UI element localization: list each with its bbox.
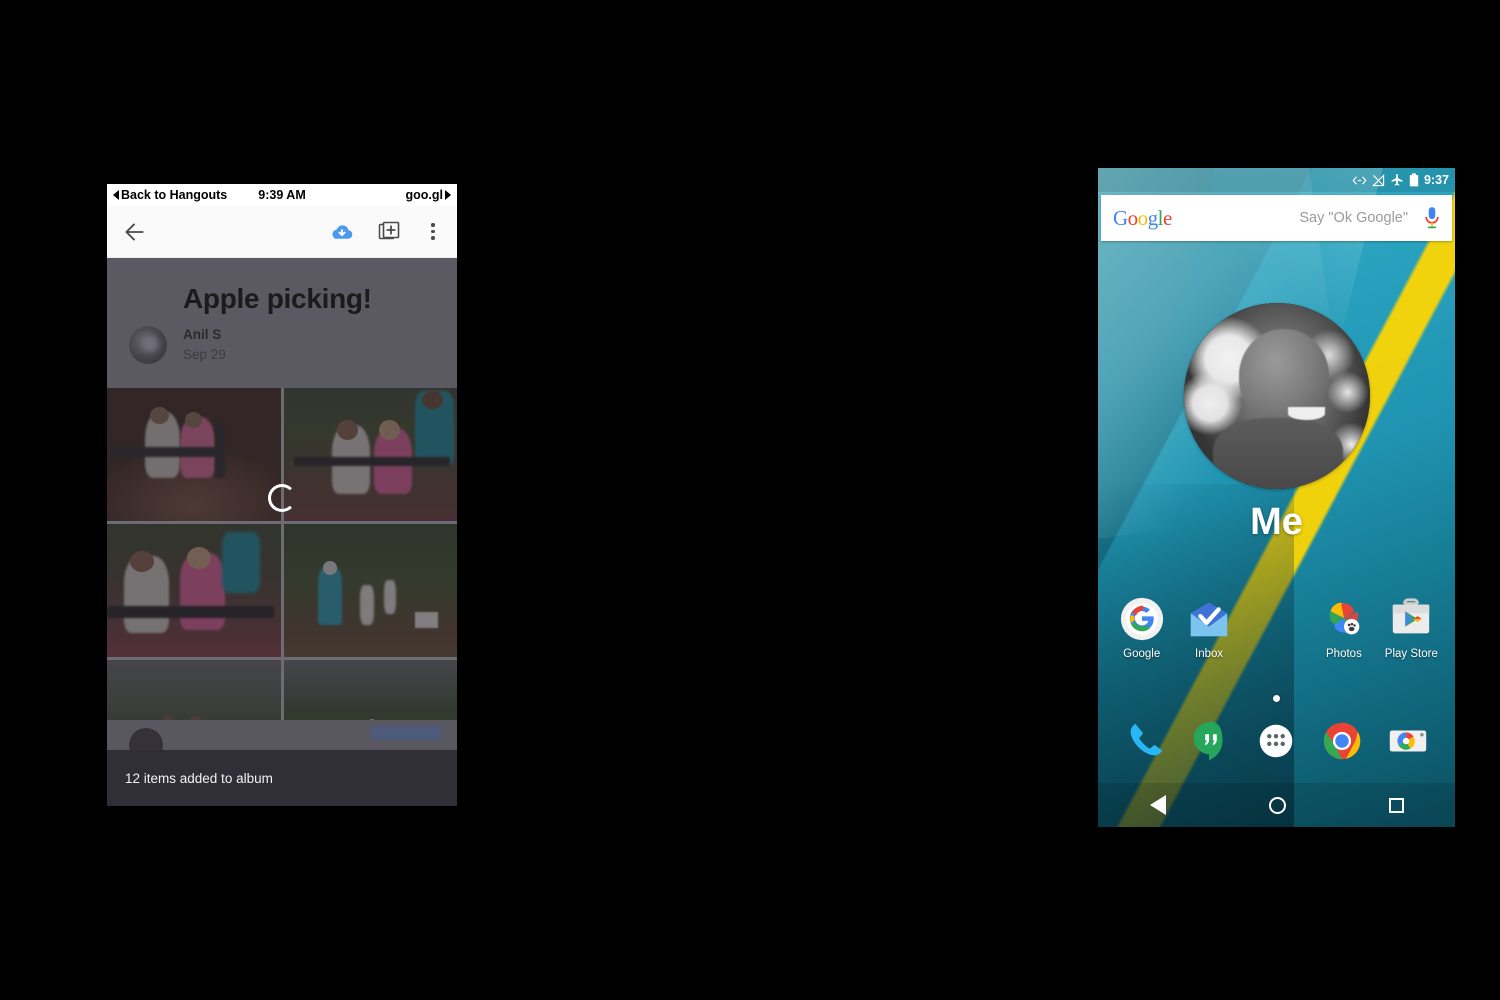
loading-spinner (268, 484, 296, 512)
ios-status-bar: Back to Hangouts 9:39 AM goo.gl (107, 184, 457, 206)
ios-clock: 9:39 AM (258, 188, 306, 202)
nav-recents-icon[interactable] (1388, 797, 1404, 813)
photo-thumbnail[interactable] (283, 388, 457, 521)
battery-icon (1409, 173, 1419, 187)
home-dock (1098, 718, 1455, 764)
app-label: Play Store (1384, 648, 1438, 660)
page-indicator (1098, 695, 1455, 702)
home-app-row: Google Inbox Photos Play Store (1098, 596, 1455, 660)
app-label: Photos (1326, 648, 1362, 660)
source-domain-label: goo.gl (405, 188, 444, 202)
nav-back-icon[interactable] (1149, 795, 1166, 815)
photo-thumbnail[interactable] (107, 524, 281, 657)
me-profile-widget[interactable]: Me (1098, 303, 1455, 544)
photo-thumbnail[interactable] (107, 388, 281, 521)
camera-icon[interactable] (1385, 718, 1431, 764)
back-button[interactable] (121, 219, 147, 245)
android-phone-screen: 9:37 Google Say "Ok Google" Me Google In… (1098, 168, 1455, 827)
photo-thumbnail[interactable] (283, 524, 457, 657)
album-date: Sep 29 (183, 347, 226, 363)
album-meta: Anil S Sep 29 (107, 325, 457, 366)
app-slot-empty (1243, 596, 1310, 660)
add-to-album-button[interactable] (377, 220, 423, 244)
search-placeholder: Say "Ok Google" (1299, 210, 1408, 226)
app-icon-google[interactable]: Google (1108, 596, 1175, 660)
photos-toolbar (107, 206, 457, 258)
android-nav-bar (1098, 783, 1455, 827)
play-store-icon (1388, 596, 1434, 642)
page-dot-active[interactable] (1273, 695, 1280, 702)
app-icon-photos[interactable]: Photos (1310, 596, 1377, 660)
comment-action-button[interactable] (371, 726, 441, 740)
app-icon-inbox[interactable]: Inbox (1175, 596, 1242, 660)
dot (431, 236, 435, 240)
ios-status-right[interactable]: goo.gl (405, 188, 451, 202)
phone-icon[interactable] (1122, 718, 1168, 764)
app-label: Google (1123, 648, 1161, 660)
google-search-bar[interactable]: Google Say "Ok Google" (1101, 195, 1452, 241)
avatar (129, 326, 167, 365)
arrow-left-icon (125, 222, 144, 241)
snackbar-toast: 12 items added to album (107, 750, 457, 806)
add-to-album-icon (378, 221, 400, 239)
profile-photo (1183, 303, 1370, 489)
album-header: Apple picking! Anil S Sep 29 (107, 258, 457, 388)
android-status-bar: 9:37 (1098, 168, 1455, 192)
usb-debug-icon (1352, 176, 1367, 184)
app-icon-play-store[interactable]: Play Store (1378, 596, 1445, 660)
inbox-app-icon (1186, 596, 1232, 642)
dot (431, 229, 435, 234)
microphone-icon[interactable] (1424, 206, 1440, 230)
ios-phone-screen: Back to Hangouts 9:39 AM goo.gl Apple pi… (107, 184, 457, 806)
overflow-menu-button[interactable] (423, 220, 443, 244)
app-label: Inbox (1195, 648, 1224, 660)
me-widget-label: Me (1250, 501, 1303, 543)
triangle-right-icon (445, 190, 451, 200)
empty-slot (1254, 596, 1300, 642)
google-app-icon (1119, 596, 1165, 642)
screenshot-stage: Back to Hangouts 9:39 AM goo.gl Apple pi… (0, 0, 1500, 1000)
toast-message: 12 items added to album (125, 770, 273, 786)
save-to-library-button[interactable] (329, 219, 377, 245)
cloud-download-icon (332, 224, 353, 239)
airplane-mode-icon (1391, 174, 1403, 186)
album-author: Anil S (183, 326, 222, 342)
album-title: Apple picking! (183, 283, 372, 314)
android-clock: 9:37 (1423, 173, 1449, 187)
app-drawer-icon[interactable] (1253, 718, 1299, 764)
chrome-icon[interactable] (1319, 718, 1365, 764)
signal-off-icon (1372, 173, 1385, 186)
nav-home-icon[interactable] (1268, 796, 1286, 814)
google-logo: Google (1113, 205, 1172, 230)
dot (431, 223, 435, 227)
hangouts-icon[interactable] (1188, 718, 1234, 764)
google-photos-icon (1321, 596, 1367, 642)
comment-bar[interactable] (107, 720, 457, 762)
